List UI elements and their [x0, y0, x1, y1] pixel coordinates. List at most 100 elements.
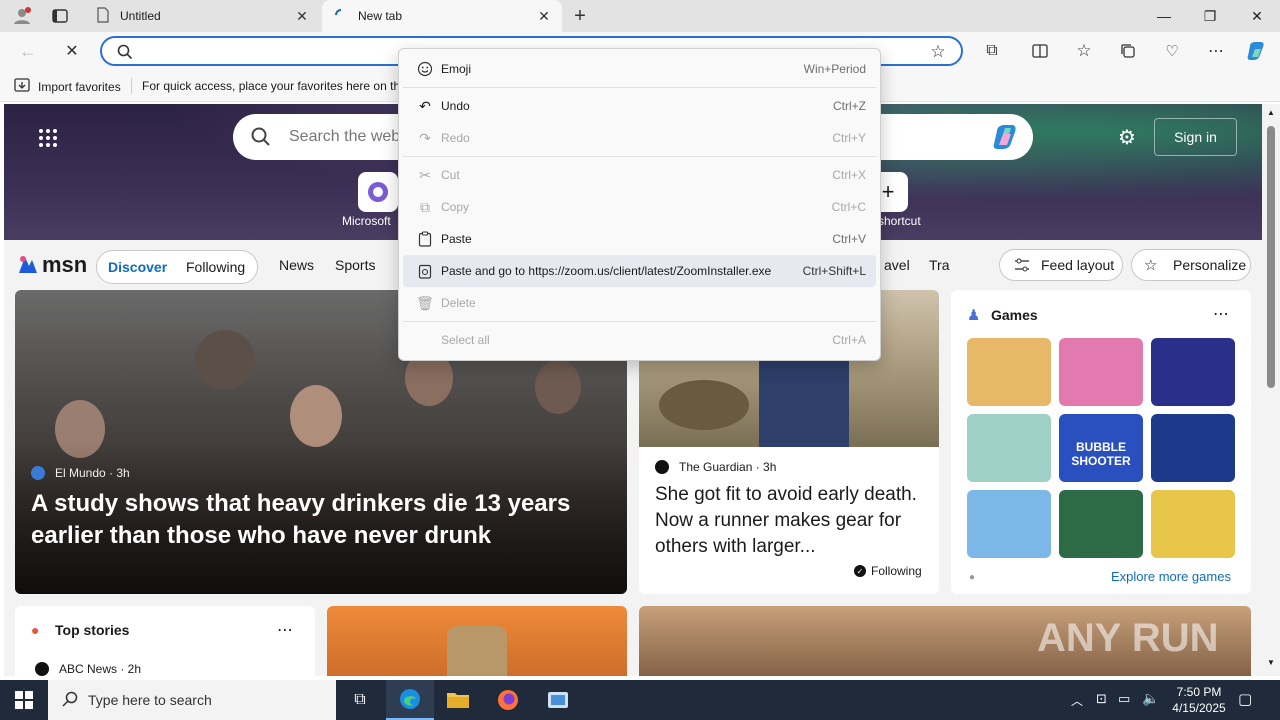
file-explorer-icon[interactable] — [434, 680, 482, 720]
taskbar-search[interactable]: Type here to search — [48, 680, 336, 720]
firefox-icon[interactable] — [484, 680, 532, 720]
game-tile[interactable] — [1151, 338, 1235, 406]
clock-time: 7:50 PM — [1176, 685, 1222, 699]
start-button[interactable] — [0, 680, 48, 720]
game-tile[interactable] — [1151, 414, 1235, 482]
import-favorites-button[interactable]: Import favorites — [14, 78, 121, 95]
nav-news[interactable]: News — [279, 257, 314, 273]
browser-essentials-icon[interactable]: ♡ — [1160, 40, 1184, 62]
tab-actions-icon[interactable] — [48, 6, 72, 26]
menu-item-redo[interactable]: ↷ Redo Ctrl+Y — [403, 122, 876, 154]
loading-icon — [334, 8, 348, 25]
scroll-up-icon[interactable]: ▲ — [1267, 108, 1275, 117]
following-label: Following — [871, 564, 922, 578]
favorite-star-icon[interactable]: ☆ — [928, 42, 948, 62]
close-window-icon[interactable]: ✕ — [1234, 0, 1280, 32]
new-tab-icon[interactable]: + — [568, 4, 592, 28]
settings-gear-icon[interactable]: ⚙ — [1116, 127, 1138, 149]
shortcut-label: shortcut — [878, 214, 921, 228]
menu-item-label: Paste and go to https://zoom.us/client/l… — [441, 264, 772, 278]
feed-layout-button[interactable]: Feed layout — [999, 249, 1123, 281]
game-tile[interactable] — [1059, 338, 1143, 406]
edge-app-icon[interactable] — [386, 680, 434, 720]
notification-icon[interactable]: ▢ — [1238, 690, 1252, 708]
page-icon — [96, 6, 110, 26]
clock[interactable]: 7:50 PM 4/15/2025 — [1166, 684, 1232, 716]
split-screen-icon[interactable] — [1028, 40, 1052, 62]
game-tile[interactable] — [1151, 490, 1235, 558]
personalize-label: Personalize — [1173, 257, 1247, 273]
collections-icon[interactable] — [1116, 40, 1140, 62]
menu-item-undo[interactable]: ↶ Undo Ctrl+Z — [403, 90, 876, 122]
tab-new-tab[interactable]: New tab ✕ — [322, 0, 562, 32]
source-logo-icon — [31, 466, 45, 480]
menu-item-cut[interactable]: ✂ Cut Ctrl+X — [403, 159, 876, 191]
menu-item-emoji[interactable]: Emoji Win+Period — [403, 53, 876, 85]
scroll-down-icon[interactable]: ▼ — [1267, 658, 1275, 667]
personalize-button[interactable]: ☆ Personalize — [1131, 249, 1251, 281]
menu-item-shortcut: Ctrl+Z — [833, 99, 866, 113]
tab-discover[interactable]: Discover — [108, 259, 167, 275]
menu-item-paste[interactable]: Paste Ctrl+V — [403, 223, 876, 255]
game-tile[interactable] — [967, 414, 1051, 482]
network-status-icon[interactable]: ▭ — [1118, 691, 1130, 707]
back-icon[interactable]: ← — [16, 40, 40, 62]
menu-separator — [403, 87, 876, 88]
menu-item-label: Undo — [441, 99, 470, 113]
nav-traffic[interactable]: Tra — [929, 257, 949, 273]
guardian-logo-icon — [655, 460, 669, 474]
menu-item-shortcut: Ctrl+V — [832, 232, 866, 246]
more-options-icon[interactable]: ⋯ — [1204, 40, 1228, 62]
task-view-icon[interactable]: ⧉ — [336, 680, 384, 720]
restore-icon[interactable]: ❐ — [1187, 0, 1233, 32]
game-tile[interactable] — [1059, 490, 1143, 558]
msn-logo[interactable]: msn — [16, 252, 87, 278]
story-image-card[interactable]: ANY RUN — [639, 606, 1251, 676]
sign-in-button[interactable]: Sign in — [1154, 118, 1237, 156]
copilot-icon[interactable] — [1244, 38, 1270, 64]
chevron-up-icon[interactable]: ︿ — [1071, 692, 1083, 709]
extensions-icon[interactable]: ⧉ — [980, 40, 1004, 62]
scrollbar-thumb[interactable] — [1267, 126, 1275, 388]
copilot-icon[interactable] — [991, 122, 1021, 155]
menu-item-paste-and-go[interactable]: Paste and go to https://zoom.us/client/l… — [403, 255, 876, 287]
menu-item-select-all[interactable]: Select all Ctrl+A — [403, 324, 876, 356]
more-options-icon[interactable]: ⋯ — [1213, 304, 1229, 324]
nav-travel[interactable]: avel — [884, 257, 910, 273]
carousel-dots[interactable]: ● — [969, 572, 975, 583]
volume-icon[interactable]: 🔈 — [1142, 690, 1159, 707]
favorites-icon[interactable]: ☆ — [1072, 40, 1096, 62]
following-badge[interactable]: ✓ Following — [854, 564, 922, 578]
delete-icon: 🗑 — [416, 294, 434, 311]
game-tile[interactable]: BUBBLE SHOOTER — [1059, 414, 1143, 482]
story-image-card[interactable] — [327, 606, 627, 676]
page-scrollbar[interactable]: ▲ ▼ — [1262, 104, 1280, 676]
close-tab-icon[interactable]: ✕ — [294, 8, 310, 24]
tab-following[interactable]: Following — [186, 259, 245, 275]
network-icon[interactable]: ⊡ — [1096, 691, 1107, 707]
apps-grid-icon[interactable] — [38, 128, 58, 148]
paste-go-icon — [417, 263, 433, 279]
explore-games-link[interactable]: Explore more games — [1111, 569, 1231, 584]
shortcut-microsoft[interactable] — [358, 172, 398, 212]
menu-separator — [403, 321, 876, 322]
profile-icon[interactable] — [8, 4, 36, 28]
tab-untitled[interactable]: Untitled ✕ — [84, 0, 320, 32]
minimize-icon[interactable]: — — [1141, 0, 1187, 32]
stop-loading-icon[interactable]: ✕ — [60, 40, 84, 62]
search-icon — [116, 43, 134, 61]
more-options-icon[interactable]: ⋯ — [277, 620, 293, 640]
menu-item-shortcut: Ctrl+C — [831, 200, 866, 214]
game-tile[interactable] — [967, 338, 1051, 406]
personalize-icon: ☆ — [1144, 257, 1158, 274]
installer-app-icon[interactable] — [534, 680, 582, 720]
close-tab-icon[interactable]: ✕ — [536, 8, 552, 24]
web-search-placeholder: Search the web — [289, 128, 401, 145]
game-tile[interactable] — [967, 490, 1051, 558]
menu-item-delete[interactable]: 🗑 Delete — [403, 287, 876, 319]
paste-icon — [417, 231, 433, 247]
hero-story-source: El Mundo · 3h — [31, 466, 130, 480]
menu-item-copy[interactable]: ⧉ Copy Ctrl+C — [403, 191, 876, 223]
import-favorites-label: Import favorites — [38, 79, 121, 94]
nav-sports[interactable]: Sports — [335, 257, 375, 273]
